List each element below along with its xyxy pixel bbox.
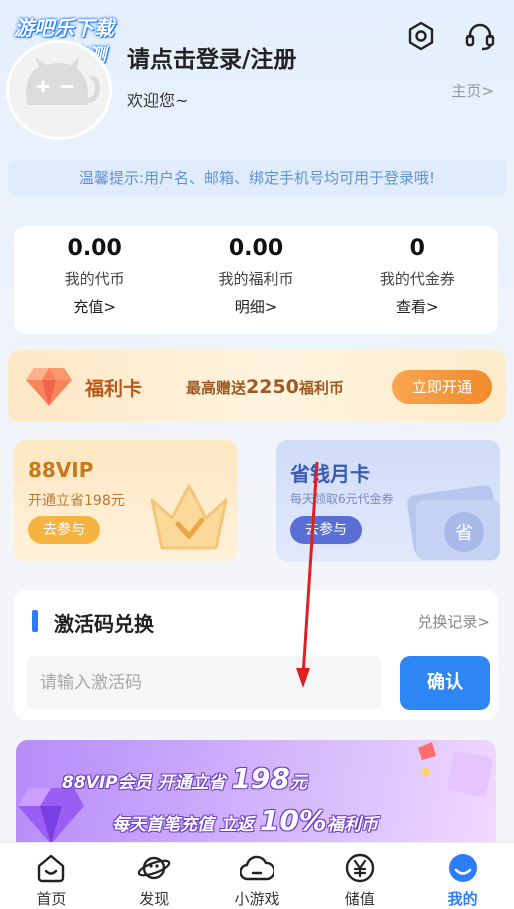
profile-face-icon bbox=[448, 854, 477, 882]
tab-label: 小游戏 bbox=[234, 890, 280, 908]
welfare-card-banner[interactable]: 福利卡 最高赠送2250福利币 立即开通 bbox=[8, 350, 506, 422]
redeem-history-link[interactable]: 兑换记录> bbox=[417, 611, 490, 632]
hexagon-gear-icon bbox=[408, 21, 434, 51]
stat-value: 0.00 bbox=[228, 236, 284, 261]
avatar[interactable] bbox=[6, 40, 112, 140]
welfare-card-title: 福利卡 bbox=[85, 378, 143, 400]
details-link[interactable]: 明细> bbox=[175, 296, 336, 317]
activation-code-input[interactable] bbox=[26, 656, 382, 710]
login-register-title[interactable]: 请点击登录/注册 bbox=[127, 40, 296, 74]
monthly-card-title: 省钱月卡 bbox=[290, 462, 370, 486]
welfare-desc-suffix: 福利币 bbox=[298, 379, 344, 397]
stat-vouchers[interactable]: 0 我的代金券 查看> bbox=[337, 226, 498, 334]
stat-value: 0.00 bbox=[67, 236, 122, 261]
banner-line2-number: 10% bbox=[259, 804, 327, 837]
stat-label: 我的代金券 bbox=[379, 270, 455, 288]
planet-icon bbox=[137, 856, 171, 880]
cloud-icon bbox=[239, 855, 274, 881]
vip-promo-banner[interactable]: 88VIP会员 开通立省 198元 每天首笔充值 立返 10%福利币 bbox=[16, 740, 496, 844]
tab-home[interactable]: 首页 bbox=[0, 843, 103, 909]
banner-line1-number: 198 bbox=[231, 762, 290, 795]
tab-label: 发现 bbox=[139, 890, 170, 908]
tab-label: 我的 bbox=[447, 890, 478, 908]
settings-button[interactable] bbox=[403, 18, 439, 54]
banner-line2: 每天首笔充值 立返 10%福利币 bbox=[112, 804, 378, 837]
stat-label: 我的代币 bbox=[64, 270, 125, 288]
wallet-icon: 省 bbox=[407, 485, 500, 560]
yen-coin-icon bbox=[345, 853, 374, 883]
diamond-icon bbox=[26, 368, 72, 406]
banner-line1-suffix: 元 bbox=[289, 773, 307, 793]
cat-avatar-icon bbox=[26, 57, 100, 105]
vip-desc: 开通立省198元 bbox=[28, 493, 125, 509]
crown-icon bbox=[150, 484, 228, 550]
bottom-tab-bar: 首页 发现 小游戏 储值 我的 bbox=[0, 842, 514, 909]
save-stamp: 省 bbox=[455, 523, 473, 544]
welcome-text: 欢迎您~ bbox=[127, 91, 189, 110]
homepage-link[interactable]: 主页> bbox=[451, 80, 494, 101]
welfare-desc-prefix: 最高赠送 bbox=[186, 379, 247, 397]
confirm-button[interactable]: 确认 bbox=[400, 656, 490, 710]
vip-title: 88VIP bbox=[28, 458, 94, 482]
home-face-icon bbox=[38, 854, 65, 883]
stat-welfare-coins[interactable]: 0.00 我的福利币 明细> bbox=[175, 226, 336, 334]
welfare-card-desc: 最高赠送2250福利币 bbox=[186, 376, 344, 398]
banner-line1: 88VIP会员 开通立省 198元 bbox=[62, 762, 307, 795]
stat-label: 我的福利币 bbox=[218, 270, 294, 288]
view-link[interactable]: 查看> bbox=[337, 296, 498, 317]
banner-line2-prefix: 每天首笔充值 立返 bbox=[112, 815, 254, 835]
tab-discover[interactable]: 发现 bbox=[103, 843, 206, 909]
recharge-link[interactable]: 充值> bbox=[14, 296, 175, 317]
tab-label: 首页 bbox=[36, 890, 67, 908]
monthly-card-promo[interactable]: 省 省钱月卡 每天领取6元代金券 去参与 bbox=[276, 440, 500, 562]
watermark-line1: 游吧乐下载 bbox=[14, 16, 114, 40]
banner-line2-suffix: 福利币 bbox=[326, 815, 378, 835]
stat-value: 0 bbox=[409, 236, 425, 261]
welfare-desc-amount: 2250 bbox=[246, 376, 299, 398]
monthly-card-join-button[interactable]: 去参与 bbox=[290, 516, 362, 544]
activation-code-card: 激活码兑换 兑换记录> 确认 bbox=[14, 590, 498, 720]
open-welfare-card-button[interactable]: 立即开通 bbox=[392, 370, 492, 404]
wallet-stats-card: 0.00 我的代币 充值> 0.00 我的福利币 明细> 0 我的代金券 查看> bbox=[14, 226, 498, 334]
gift-tickets-icon bbox=[418, 742, 493, 797]
activation-code-title: 激活码兑换 bbox=[54, 612, 154, 636]
vip-join-button[interactable]: 去参与 bbox=[28, 516, 100, 544]
tab-label: 储值 bbox=[344, 890, 375, 908]
vip-promo-card[interactable]: 88VIP 开通立省198元 去参与 bbox=[14, 440, 238, 562]
stat-tokens[interactable]: 0.00 我的代币 充值> bbox=[14, 226, 175, 334]
monthly-card-desc: 每天领取6元代金券 bbox=[290, 492, 394, 506]
section-accent-bar bbox=[32, 610, 38, 632]
banner-line1-prefix: 88VIP会员 开通立省 bbox=[62, 773, 226, 793]
headset-icon bbox=[465, 23, 495, 51]
tab-recharge[interactable]: 储值 bbox=[308, 843, 411, 909]
customer-service-button[interactable] bbox=[462, 18, 498, 54]
login-tip: 温馨提示:用户名、邮箱、绑定手机号均可用于登录哦! bbox=[8, 160, 506, 196]
tab-mini-games[interactable]: 小游戏 bbox=[206, 843, 309, 909]
tab-profile[interactable]: 我的 bbox=[411, 843, 514, 909]
